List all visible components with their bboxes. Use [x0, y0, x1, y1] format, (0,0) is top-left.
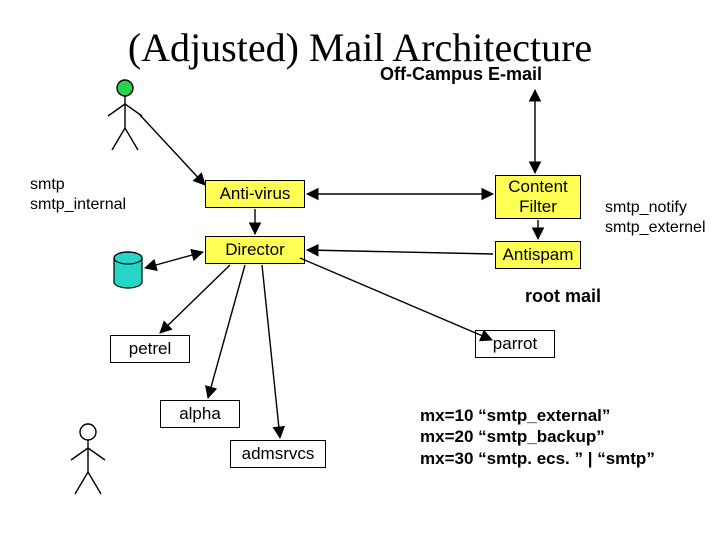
node-admsrvcs: admsrvcs [230, 440, 326, 468]
actor-icon [71, 424, 105, 494]
actor-icon [108, 80, 142, 150]
database-icon [114, 252, 142, 288]
node-director: Director [205, 236, 305, 264]
node-parrot: parrot [475, 330, 555, 358]
label-mx-records: mx=10 “smtp_external” mx=20 “smtp_backup… [420, 405, 655, 469]
diagram-subtitle: Off-Campus E-mail [380, 64, 542, 85]
node-antivirus: Anti-virus [205, 180, 305, 208]
node-alpha: alpha [160, 400, 240, 428]
node-antispam: Antispam [495, 241, 581, 269]
label-smtp-internal: smtp smtp_internal [30, 175, 126, 215]
label-smtp-external: smtp_notify smtp_externel [605, 198, 706, 238]
page-title: (Adjusted) Mail Architecture [0, 24, 720, 71]
label-root-mail: root mail [525, 285, 601, 308]
node-content-filter: Content Filter [495, 175, 581, 219]
node-petrel: petrel [110, 335, 190, 363]
diagram-canvas: (Adjusted) Mail Architecture Off-Campus … [0, 0, 720, 540]
